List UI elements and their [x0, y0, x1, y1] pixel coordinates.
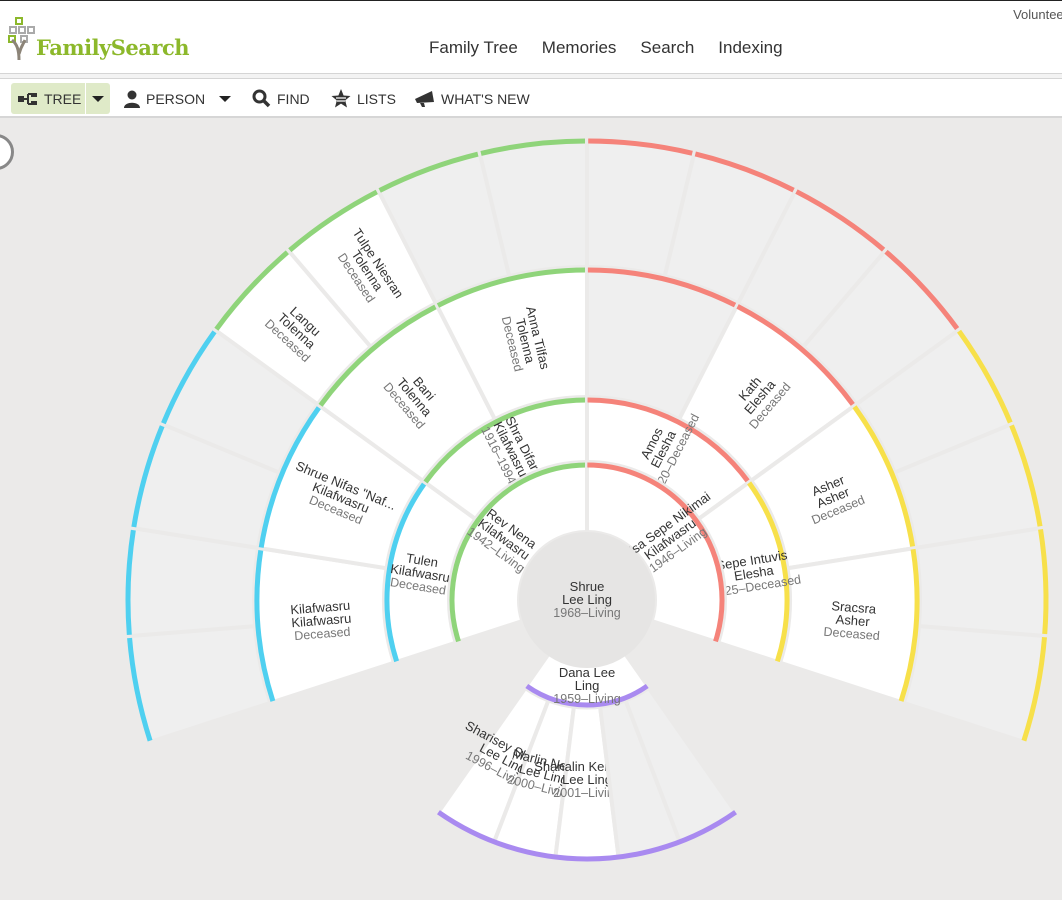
person-name: Lee Ling — [562, 592, 612, 607]
empty-ancestor-segment[interactable] — [124, 623, 276, 746]
person-dates: 1959–Living — [553, 692, 620, 706]
empty-ancestor-segment[interactable] — [910, 525, 1051, 639]
person-name: Ling — [575, 678, 600, 693]
person-dates: 1968–Living — [553, 606, 620, 620]
person-label: KilafwasruKilafwasruDeceased — [290, 598, 352, 643]
person-name: Lee Ling — [562, 772, 612, 787]
fan-chart: LanguTolennaDeceasedTulpe NiesranTolenna… — [123, 135, 1051, 864]
empty-ancestor-segment[interactable] — [898, 623, 1050, 746]
